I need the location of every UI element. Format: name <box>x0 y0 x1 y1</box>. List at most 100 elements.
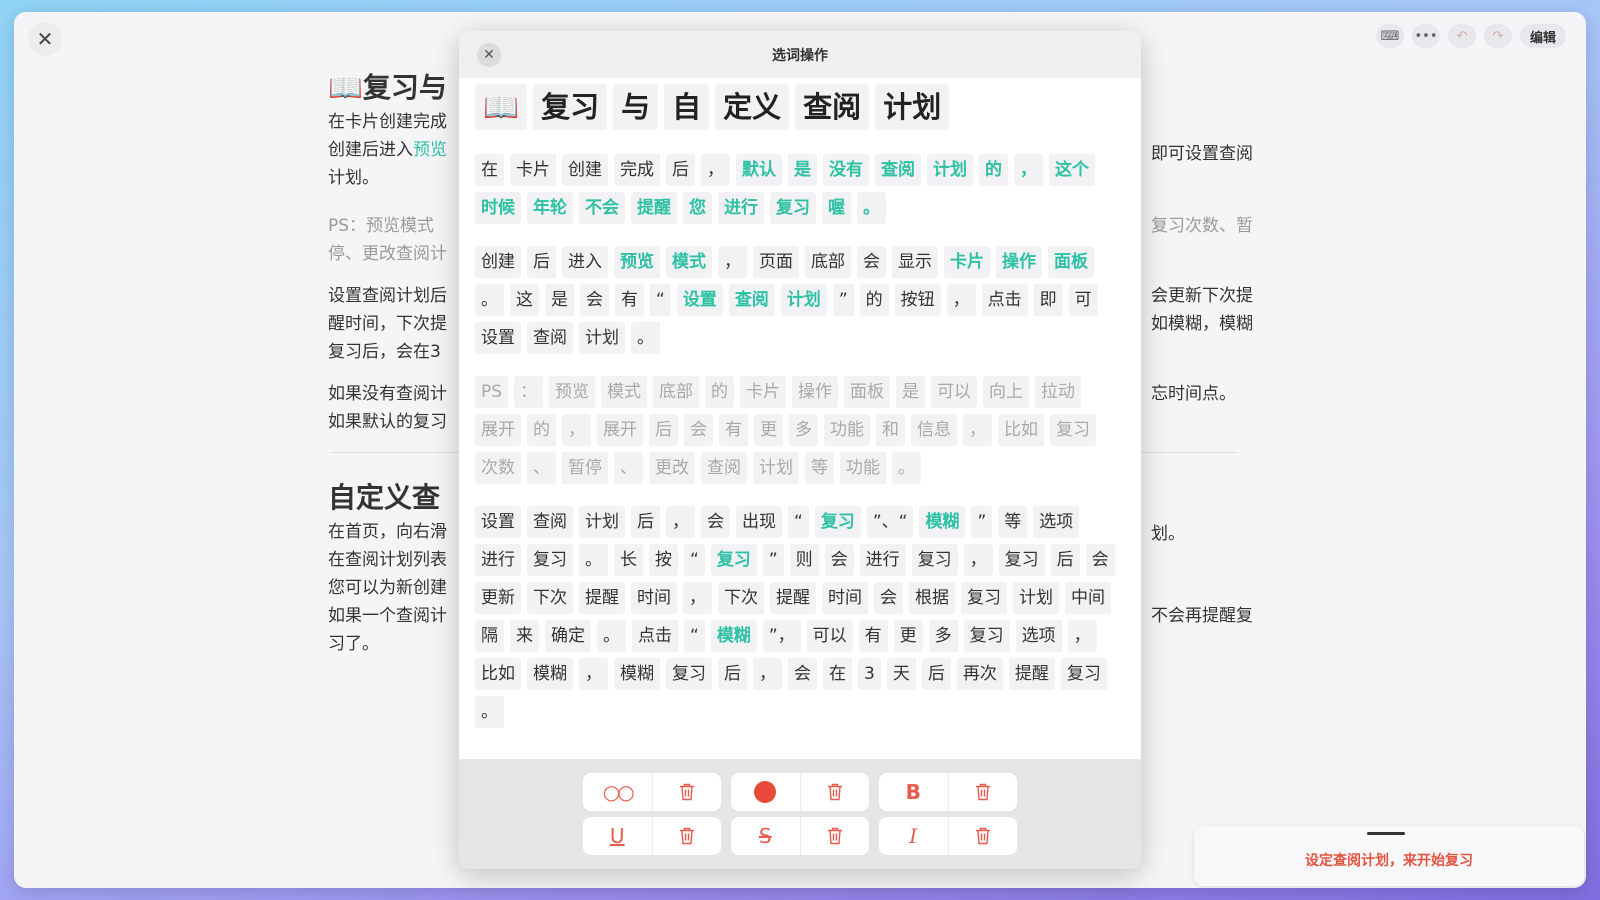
word-token[interactable]: 与 <box>613 84 659 130</box>
word-token[interactable]: 复习 <box>998 544 1045 576</box>
word-token[interactable]: 查阅 <box>701 452 747 484</box>
word-token[interactable]: 进行 <box>475 544 521 576</box>
undo-icon[interactable]: ↶ <box>1448 24 1476 48</box>
word-token[interactable]: 计划 <box>780 284 827 316</box>
word-token[interactable]: 复习 <box>666 658 712 690</box>
word-token[interactable]: 查阅 <box>875 154 921 186</box>
trash-icon[interactable] <box>947 817 1018 855</box>
word-token[interactable]: 后 <box>1050 544 1080 576</box>
word-token[interactable]: 会 <box>874 582 903 614</box>
word-token[interactable]: 进行 <box>718 192 764 224</box>
word-token[interactable]: 会 <box>684 414 713 446</box>
word-token[interactable]: 次数 <box>475 452 521 484</box>
trash-icon[interactable] <box>799 817 870 855</box>
word-token[interactable]: 模式 <box>666 246 712 278</box>
edit-button[interactable]: 编辑 <box>1520 24 1566 48</box>
word-token[interactable]: 是 <box>788 154 817 186</box>
word-token[interactable]: 的 <box>859 284 889 316</box>
word-token[interactable]: 。 <box>892 452 921 484</box>
word-token[interactable]: “ <box>684 620 705 652</box>
word-token[interactable]: 有 <box>719 414 748 446</box>
word-token[interactable]: 底部 <box>653 376 700 408</box>
word-token[interactable]: 会 <box>857 246 886 278</box>
word-token[interactable]: 定义 <box>715 84 790 130</box>
word-token[interactable]: 展开 <box>475 414 521 446</box>
word-token[interactable]: 模糊 <box>614 658 660 690</box>
word-token[interactable]: ， <box>701 154 730 186</box>
word-token[interactable]: 📖 <box>475 84 528 130</box>
word-token[interactable]: PS <box>475 376 509 408</box>
word-token[interactable]: 。 <box>475 284 504 316</box>
word-token[interactable]: 计划 <box>579 322 625 354</box>
word-token[interactable]: 可以 <box>931 376 978 408</box>
word-token[interactable]: 。 <box>857 192 886 224</box>
word-token[interactable]: 页面 <box>753 246 799 278</box>
word-token[interactable]: 更 <box>893 620 923 652</box>
word-token[interactable]: 的 <box>979 154 1008 186</box>
word-token[interactable]: 预览 <box>549 376 596 408</box>
word-token[interactable]: 创建 <box>562 154 608 186</box>
word-token[interactable]: 天 <box>886 658 916 690</box>
word-token[interactable]: ”、“ <box>866 506 914 538</box>
word-token[interactable]: 确定 <box>545 620 591 652</box>
word-token[interactable]: 选项 <box>1033 506 1080 538</box>
word-token[interactable]: 的 <box>705 376 735 408</box>
word-token[interactable]: 会 <box>1085 544 1115 576</box>
word-token[interactable]: ， <box>963 414 992 446</box>
word-token[interactable]: 等 <box>998 506 1028 538</box>
trash-icon[interactable] <box>651 773 722 811</box>
bold-icon[interactable]: B <box>879 773 948 811</box>
word-token[interactable]: 长 <box>614 544 643 576</box>
word-token[interactable]: 创建 <box>475 246 521 278</box>
word-token[interactable]: 时间 <box>822 582 868 614</box>
word-token[interactable]: 完成 <box>614 154 660 186</box>
word-token[interactable]: 在 <box>823 658 852 690</box>
word-token[interactable]: 操作 <box>996 246 1042 278</box>
word-token[interactable]: 查阅 <box>728 284 775 316</box>
word-token[interactable]: 计划 <box>753 452 799 484</box>
word-token[interactable]: ， <box>666 506 695 538</box>
word-token[interactable]: 后 <box>527 246 556 278</box>
word-token[interactable]: ” <box>762 544 784 576</box>
word-token[interactable]: 比如 <box>998 414 1044 446</box>
word-token[interactable]: 是 <box>545 284 574 316</box>
word-token[interactable]: 后 <box>631 506 660 538</box>
word-token[interactable]: 。 <box>475 696 504 728</box>
word-token[interactable]: 查阅 <box>795 84 870 130</box>
word-token[interactable]: 多 <box>789 414 818 446</box>
redo-icon[interactable]: ↷ <box>1484 24 1512 48</box>
word-token[interactable]: 向上 <box>983 376 1030 408</box>
word-token[interactable]: 模糊 <box>527 658 573 690</box>
word-token[interactable]: 会 <box>788 658 817 690</box>
word-token[interactable]: 设置 <box>475 322 521 354</box>
word-token[interactable]: 计划 <box>579 506 625 538</box>
word-token[interactable]: 复习 <box>710 544 757 576</box>
word-token[interactable]: 这 <box>510 284 539 316</box>
word-token[interactable]: 这个 <box>1049 154 1095 186</box>
word-token[interactable]: 自 <box>664 84 710 130</box>
word-token[interactable]: 功能 <box>824 414 870 446</box>
word-token[interactable]: 提醒 <box>1008 658 1055 690</box>
word-token[interactable]: 的 <box>527 414 556 446</box>
word-token[interactable]: “ <box>650 284 671 316</box>
word-token[interactable]: “ <box>788 506 809 538</box>
word-token[interactable]: 会 <box>824 544 854 576</box>
word-token[interactable]: 拉动 <box>1035 376 1082 408</box>
word-token[interactable]: 后 <box>718 658 747 690</box>
trash-icon[interactable] <box>651 817 722 855</box>
word-token[interactable]: 没有 <box>823 154 869 186</box>
word-token[interactable]: 、 <box>527 452 556 484</box>
red-dot-icon[interactable] <box>731 773 800 811</box>
word-token[interactable]: 设置 <box>676 284 723 316</box>
word-token[interactable]: 底部 <box>805 246 851 278</box>
word-token[interactable]: 。 <box>579 544 608 576</box>
word-token[interactable]: ， <box>753 658 782 690</box>
word-token[interactable]: 面板 <box>844 376 891 408</box>
word-token[interactable]: 年轮 <box>527 192 573 224</box>
word-token[interactable]: 复习 <box>963 620 1010 652</box>
word-token[interactable]: 可 <box>1068 284 1098 316</box>
word-token[interactable]: 喔 <box>822 192 851 224</box>
word-token[interactable]: 卡片 <box>740 376 787 408</box>
word-token[interactable]: 即 <box>1033 284 1063 316</box>
word-token[interactable]: ” <box>832 284 854 316</box>
